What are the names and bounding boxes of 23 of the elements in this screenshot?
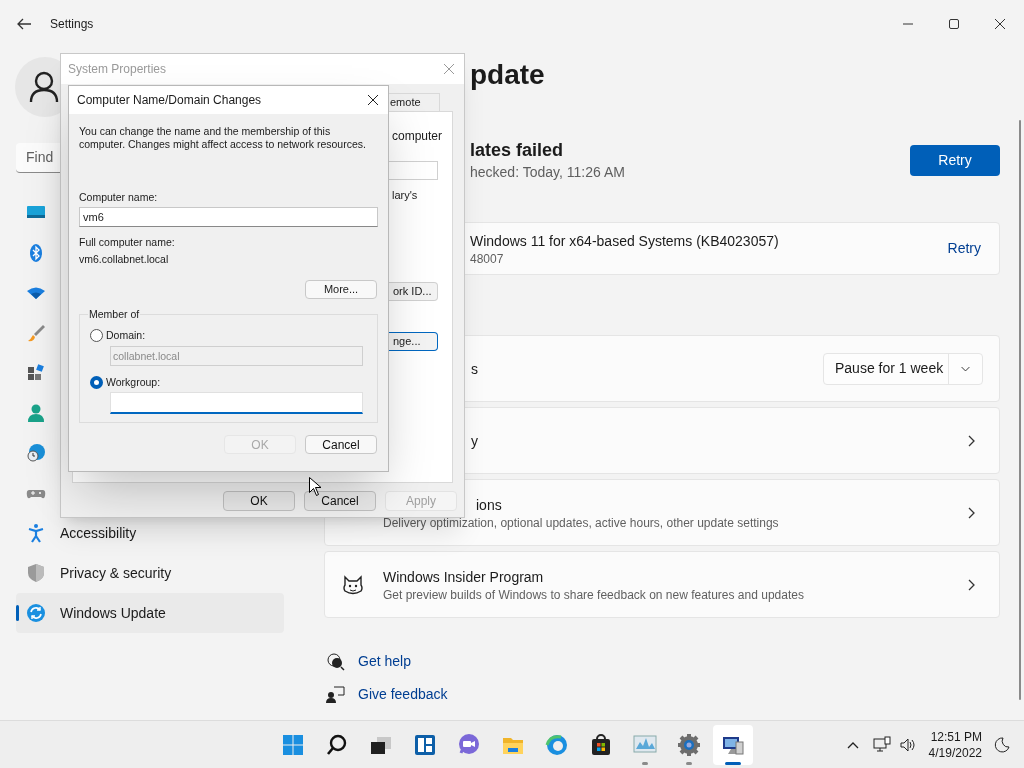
card-title: y — [471, 431, 478, 451]
dialog-description: You can change the name and the membership of this computer. Changes might affect access to network resources. — [79, 125, 367, 151]
status-subtitle: hecked: Today, 11:26 AM — [470, 163, 625, 182]
radio-label: Domain: — [106, 327, 146, 343]
card-subtitle: Get preview builds of Windows to share feedback on new features and updates — [383, 586, 804, 603]
status-title: lates failed — [470, 139, 565, 162]
panel-text: computer — [392, 128, 444, 144]
panel-text: lary's — [392, 188, 419, 203]
dialog-title: Computer Name/Domain Changes — [77, 92, 262, 109]
group-label: Member of — [88, 307, 141, 322]
update-detail: 48007 — [470, 250, 505, 267]
field-label: Full computer name: — [79, 236, 176, 249]
dialog-title: System Properties — [68, 61, 167, 78]
field-label: Computer name: — [79, 191, 159, 204]
update-name: Windows 11 for x64-based Systems (KB4023057) — [470, 231, 779, 251]
page-title: pdate — [470, 58, 545, 92]
radio-label: Workgroup: — [106, 374, 161, 390]
card-subtitle: Delivery optimization, optional updates, active hours, other update settings — [383, 514, 779, 531]
card-title: ions — [476, 495, 503, 515]
card-title: s — [471, 359, 478, 379]
full-name-value: vm6.collabnet.local — [79, 253, 170, 266]
card-title: Windows Insider Program — [383, 567, 545, 587]
window-title: Settings — [50, 16, 94, 33]
